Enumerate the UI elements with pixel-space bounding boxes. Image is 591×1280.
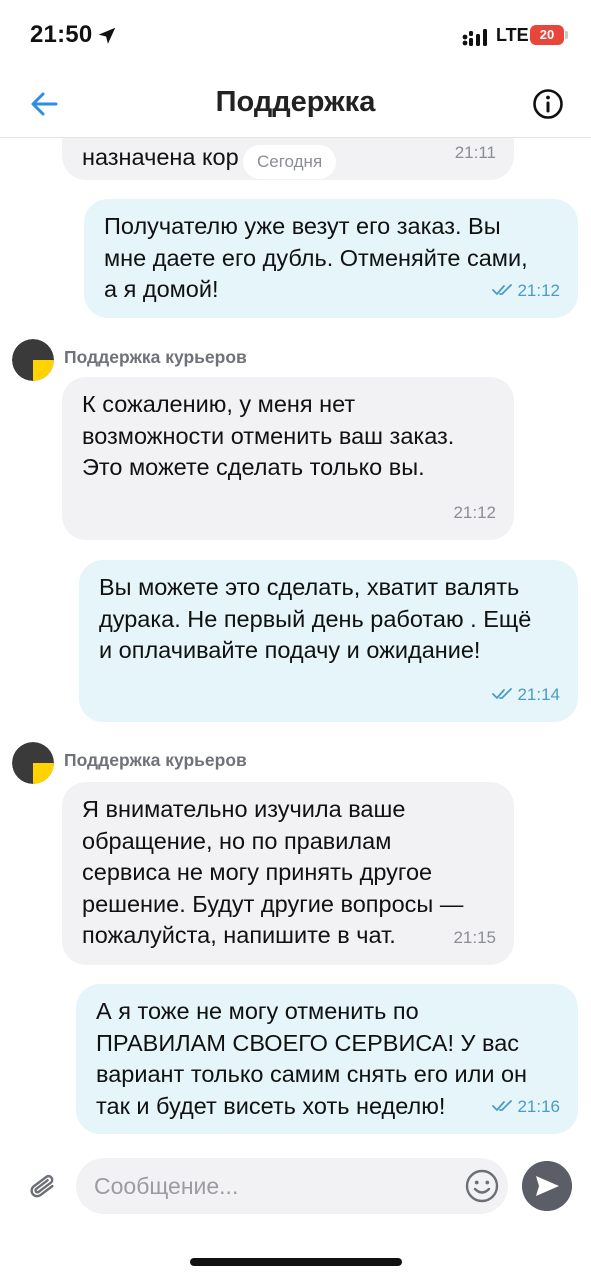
message-status: 21:16 xyxy=(492,1091,560,1123)
message-composer xyxy=(0,1148,591,1228)
sender-name: Поддержка курьеров xyxy=(64,347,247,367)
double-check-icon xyxy=(492,687,513,699)
message-bubble-outgoing[interactable]: Вы можете это сделать, хватит валять дур… xyxy=(79,560,578,722)
message-time: 21:15 xyxy=(453,927,496,947)
page-title: Поддержка xyxy=(215,86,376,118)
home-indicator xyxy=(190,1258,402,1266)
info-circle-icon[interactable] xyxy=(530,86,566,122)
double-check-icon xyxy=(492,283,513,295)
message-text: А я тоже не могу отменить по ПРАВИЛАМ СВ… xyxy=(96,998,528,1119)
message-status: 21:14 xyxy=(492,679,560,711)
message-text: Вы можете это сделать, хватит валять дур… xyxy=(99,574,532,663)
double-check-icon xyxy=(492,1099,513,1111)
battery-level: 20 xyxy=(539,27,555,42)
message-bubble-incoming[interactable]: К сожалению, у меня нет возможности отме… xyxy=(62,377,514,540)
message-status: 21:12 xyxy=(492,275,560,307)
status-bar: 21:50 LTE 20 xyxy=(0,0,591,72)
support-avatar[interactable] xyxy=(12,742,54,784)
message-time: 21:11 xyxy=(454,142,496,162)
send-button[interactable] xyxy=(522,1161,572,1211)
cellular-signal-icon xyxy=(462,29,487,46)
emoji-icon[interactable] xyxy=(464,1168,500,1204)
message-text: Я внимательно изучила ваше обращение, но… xyxy=(82,796,464,948)
message-bubble-outgoing[interactable]: Получателю уже везут его заказ. Вы мне д… xyxy=(84,199,578,318)
message-text: К сожалению, у меня нет возможности отме… xyxy=(82,391,455,480)
paperclip-icon[interactable] xyxy=(24,1168,64,1208)
battery-icon: 20 xyxy=(530,25,568,45)
message-text: Получателю уже везут его заказ. Вы мне д… xyxy=(104,213,528,302)
message-list[interactable]: назначена кор овка. 21:11 Сегодня Получа… xyxy=(0,138,591,1148)
message-bubble-incoming[interactable]: Я внимательно изучила ваше обращение, но… xyxy=(62,782,514,965)
message-time: 21:16 xyxy=(517,1096,560,1116)
chat-header: Поддержка xyxy=(0,72,591,138)
message-time: 21:14 xyxy=(517,684,560,704)
message-time: 21:12 xyxy=(453,502,496,522)
message-bubble-outgoing[interactable]: А я тоже не могу отменить по ПРАВИЛАМ СВ… xyxy=(76,984,578,1134)
network-type: LTE xyxy=(496,25,529,45)
date-separator: Сегодня xyxy=(243,145,337,179)
location-arrow-icon xyxy=(98,27,116,44)
status-time: 21:50 xyxy=(30,21,93,48)
message-input[interactable] xyxy=(76,1158,508,1214)
sender-name: Поддержка курьеров xyxy=(64,750,247,770)
support-avatar[interactable] xyxy=(12,339,54,381)
message-time: 21:12 xyxy=(517,280,560,300)
